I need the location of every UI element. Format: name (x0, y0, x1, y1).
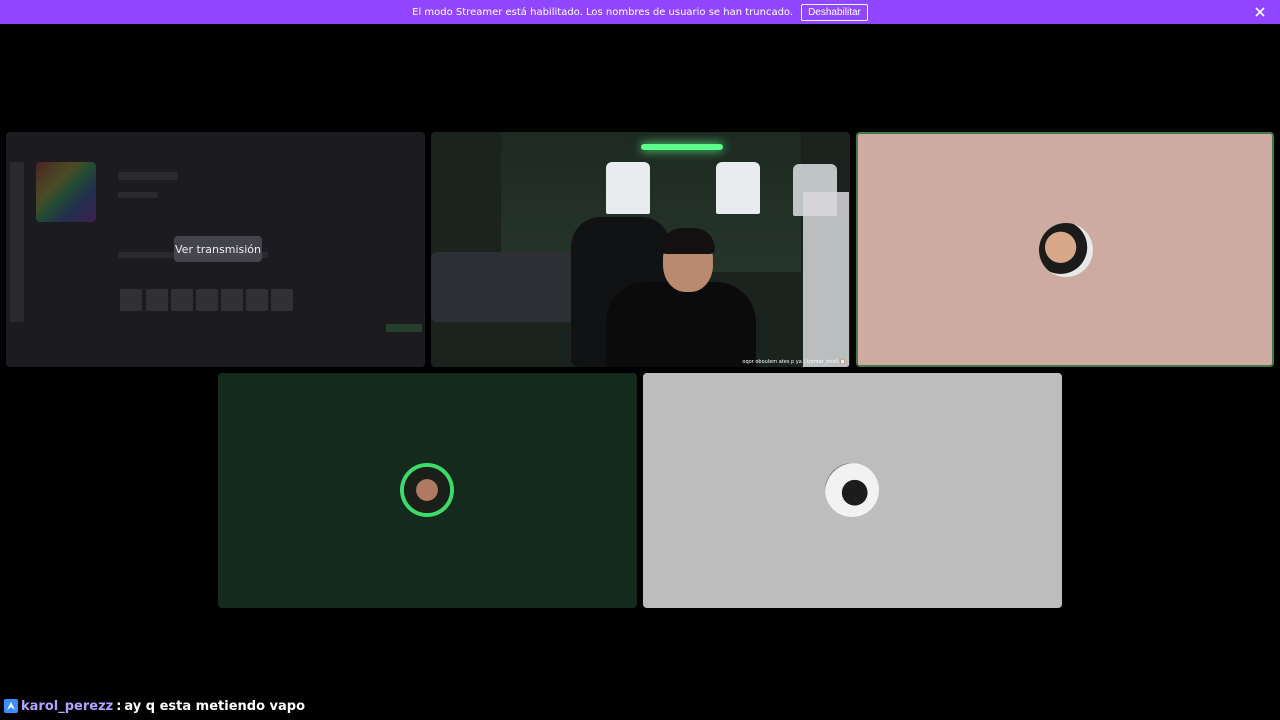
screen-share-tile[interactable]: Ver transmisión (6, 132, 425, 367)
participant-avatar (825, 463, 879, 517)
led-strip (641, 144, 723, 150)
close-icon[interactable] (1252, 4, 1268, 20)
participant-tile-speaking[interactable] (856, 132, 1274, 367)
streamer-hair (661, 228, 715, 254)
chat-separator: : (116, 698, 122, 714)
shelf (803, 192, 849, 367)
participant-avatar (1039, 223, 1093, 277)
chat-username[interactable]: karol_perezz (21, 699, 113, 714)
jersey-image (606, 162, 650, 214)
streamer-mode-banner: El modo Streamer está habilitado. Los no… (0, 0, 1280, 24)
participant-avatar (400, 463, 454, 517)
watch-stream-button[interactable]: Ver transmisión (174, 236, 262, 262)
jersey-image (716, 162, 760, 214)
participant-tile[interactable] (218, 373, 637, 608)
chat-message-text: ay q esta metiendo vapo (124, 698, 306, 714)
chat-message: karol_perezz : ay q esta metiendo vapo (4, 697, 305, 715)
stream-overlay-caption: oqor oboulem ates p ya | izomer_kneil 📋 (742, 359, 846, 365)
camera-video-tile[interactable]: oqor oboulem ates p ya | izomer_kneil 📋 (431, 132, 850, 367)
prime-badge-icon (4, 699, 18, 713)
streamer-mode-message: El modo Streamer está habilitado. Los no… (412, 6, 794, 18)
streamer-body (606, 282, 756, 367)
disable-streamer-mode-button[interactable]: Deshabilitar (801, 3, 868, 21)
participant-tile[interactable] (643, 373, 1062, 608)
